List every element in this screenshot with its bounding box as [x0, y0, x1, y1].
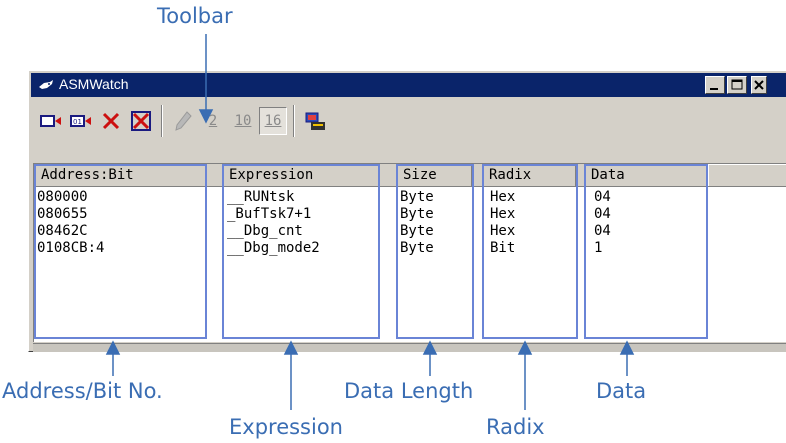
svg-text:01: 01 [73, 118, 82, 126]
column-header-filler [708, 164, 786, 186]
toolbar-separator [161, 105, 163, 137]
pencil-icon [175, 111, 192, 131]
app-icon [39, 80, 53, 89]
horizontal-scrollbar[interactable] [33, 343, 786, 352]
delete-all-button[interactable] [127, 107, 155, 135]
watch-list[interactable]: Address:Bit Expression Size Radix Data 0… [33, 163, 786, 342]
highlight-address-column [34, 164, 207, 339]
callout-address: Address/Bit No. [2, 379, 163, 403]
add-watch-list-button[interactable]: 01 [67, 107, 95, 135]
highlight-size-column [396, 164, 474, 339]
radix-hex-button[interactable]: 16 [259, 107, 287, 135]
delete-button[interactable] [97, 107, 125, 135]
minimize-icon [710, 88, 718, 90]
window-title: ASMWatch [59, 76, 129, 92]
callout-radix: Radix [486, 415, 545, 439]
minimize-button[interactable] [705, 76, 725, 94]
delete-icon [102, 112, 120, 130]
maximize-button[interactable] [727, 76, 747, 94]
edit-button[interactable] [169, 107, 197, 135]
close-button[interactable] [751, 76, 767, 94]
callout-toolbar: Toolbar [157, 4, 233, 28]
highlight-expression-column [222, 164, 380, 339]
radix-binary-button[interactable]: 2 [199, 107, 227, 135]
add-watch-button[interactable] [37, 107, 65, 135]
refresh-button[interactable] [301, 107, 329, 135]
refresh-icon [305, 112, 325, 130]
maximize-icon [731, 79, 743, 90]
callout-data-length: Data Length [344, 379, 474, 403]
callout-data: Data [596, 379, 647, 403]
toolbar: 01 2 10 16 [31, 99, 786, 143]
radix-decimal-button[interactable]: 10 [229, 107, 257, 135]
add-watch-list-icon: 01 [70, 115, 91, 127]
close-icon [754, 80, 764, 90]
asmwatch-window: ASMWatch 01 2 10 16 Address:Bit Expressi… [28, 70, 786, 352]
toolbar-separator [293, 105, 295, 137]
delete-all-icon [131, 111, 151, 131]
highlight-data-column [584, 164, 708, 339]
highlight-radix-column [482, 164, 578, 339]
add-watch-icon [40, 115, 61, 127]
callout-expression: Expression [229, 415, 343, 439]
title-bar[interactable]: ASMWatch [31, 73, 786, 97]
